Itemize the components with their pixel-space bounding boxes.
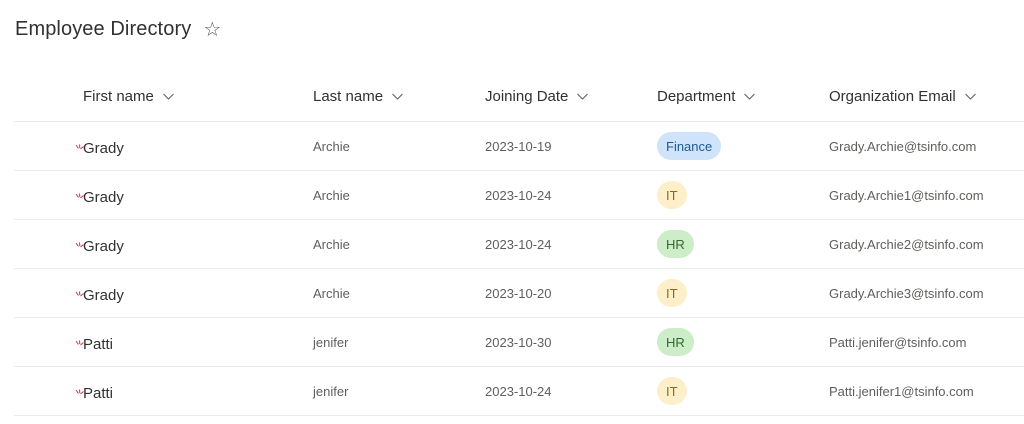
joining-date-cell: 2023-10-24 [485,383,552,399]
joining-date-cell: 2023-10-30 [485,334,552,350]
chevron-down-icon [162,93,174,100]
last-name-cell: Archie [313,236,350,252]
department-badge: IT [657,181,687,209]
department-cell: HR [657,318,694,366]
joining-date-cell: 2023-10-24 [485,187,552,203]
first-name-cell[interactable]: Patti [75,367,114,415]
department-cell: IT [657,367,687,415]
first-name-text: Grady [83,286,124,304]
column-header-row: First name Last name Joining Date Depart… [14,72,1024,122]
first-name-text: Grady [83,139,124,157]
column-header-label: First name [83,88,154,105]
joining-date-cell: 2023-10-24 [485,236,552,252]
email-cell: Grady.Archie1@tsinfo.com [829,187,984,203]
email-cell: Grady.Archie2@tsinfo.com [829,236,984,252]
column-header-label: Joining Date [485,88,569,105]
new-item-sparkle-icon [75,388,84,394]
column-header-last-name[interactable]: Last name [313,72,404,121]
column-header-label: Organization Email [829,88,956,105]
column-header-label: Last name [313,88,384,105]
table-row[interactable]: Grady Archie 2023-10-19 Finance Grady.Ar… [14,122,1024,171]
new-item-sparkle-icon [75,192,84,198]
table-row[interactable]: Grady Archie 2023-10-24 HR Grady.Archie2… [14,220,1024,269]
page-title: Employee Directory [15,18,192,40]
email-cell: Patti.jenifer@tsinfo.com [829,334,967,350]
first-name-text: Patti [83,335,114,353]
first-name-text: Grady [83,188,124,206]
department-cell: IT [657,269,687,317]
new-item-sparkle-icon [75,339,84,345]
chevron-down-icon [392,93,403,100]
first-name-cell[interactable]: Grady [75,269,124,317]
last-name-cell: jenifer [313,383,349,399]
column-header-joining-date[interactable]: Joining Date [485,72,589,121]
chevron-down-icon [964,93,976,100]
department-cell: HR [657,220,694,268]
department-badge: HR [657,328,694,356]
table-row[interactable]: Patti jenifer 2023-10-30 HR Patti.jenife… [14,318,1024,367]
last-name-cell: Archie [313,285,350,301]
joining-date-cell: 2023-10-19 [485,138,552,154]
joining-date-cell: 2023-10-20 [485,285,552,301]
first-name-cell[interactable]: Grady [75,220,124,268]
column-header-first-name[interactable]: First name [83,72,175,121]
first-name-cell[interactable]: Grady [75,171,124,219]
new-item-sparkle-icon [75,241,84,247]
email-cell: Grady.Archie@tsinfo.com [829,138,977,154]
chevron-down-icon [744,93,756,100]
column-header-organization-email[interactable]: Organization Email [829,72,977,121]
column-header-label: Department [657,88,736,105]
department-badge: Finance [657,132,722,160]
email-cell: Patti.jenifer1@tsinfo.com [829,383,974,399]
department-cell: Finance [657,122,722,170]
new-item-sparkle-icon [75,143,84,149]
last-name-cell: jenifer [313,334,349,350]
star-outline-icon[interactable]: ☆ [203,20,221,40]
employee-list-table: First name Last name Joining Date Depart… [14,72,1024,416]
table-row[interactable]: Grady Archie 2023-10-24 IT Grady.Archie1… [14,171,1024,220]
first-name-cell[interactable]: Patti [75,318,114,366]
last-name-cell: Archie [313,187,350,203]
first-name-text: Grady [83,237,124,255]
first-name-text: Patti [83,384,114,402]
chevron-down-icon [577,93,589,100]
last-name-cell: Archie [313,138,350,154]
table-row[interactable]: Patti jenifer 2023-10-24 IT Patti.jenife… [14,367,1024,416]
new-item-sparkle-icon [75,290,84,296]
column-header-department[interactable]: Department [657,72,756,121]
department-cell: IT [657,171,687,219]
first-name-cell[interactable]: Grady [75,122,124,170]
table-row[interactable]: Grady Archie 2023-10-20 IT Grady.Archie3… [14,269,1024,318]
email-cell: Grady.Archie3@tsinfo.com [829,285,984,301]
department-badge: IT [657,377,687,405]
department-badge: IT [657,279,687,307]
list-page: Employee Directory ☆ First name Last nam… [0,0,1024,424]
title-row: Employee Directory ☆ [15,18,221,41]
department-badge: HR [657,230,694,258]
